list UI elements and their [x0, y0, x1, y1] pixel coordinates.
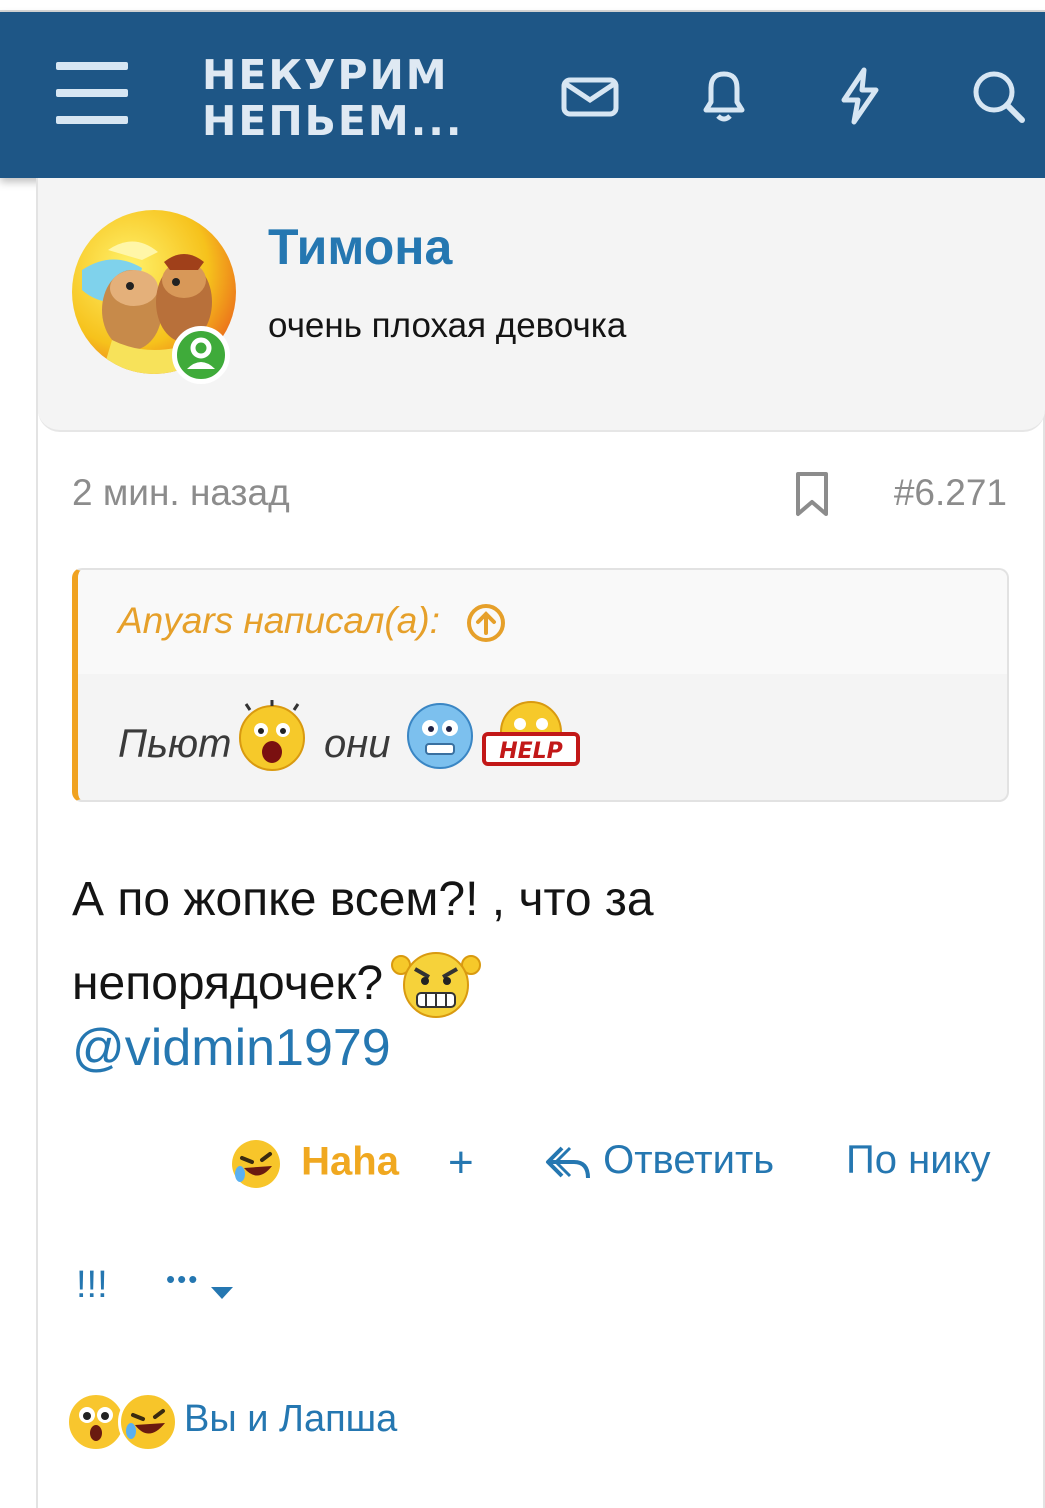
help-sign-text: HELP — [499, 739, 563, 764]
quote-header[interactable]: Anyars написал(а): — [78, 570, 1007, 674]
haha-reaction-button[interactable]: Haha — [230, 1138, 399, 1198]
reply-label: Ответить — [603, 1138, 775, 1182]
caret-down-icon — [209, 1270, 235, 1299]
status-strip — [0, 0, 1045, 12]
more-options-button[interactable]: ••• — [166, 1264, 235, 1299]
top-nav-bar: НЕКУРИМ НЕПЬЕМ... — [0, 12, 1045, 178]
search-icon[interactable] — [966, 64, 1030, 128]
quote-body: Пьют они HELP — [78, 674, 1007, 800]
laughing-emoji-icon — [230, 1138, 282, 1190]
message-line-1: А по жопке всем?! , что за — [72, 873, 654, 926]
site-logo[interactable]: НЕКУРИМ НЕПЬЕМ... — [202, 52, 463, 144]
arrow-up-circle-icon[interactable] — [466, 603, 506, 643]
quote-text-2: они — [324, 722, 391, 766]
bookmark-icon[interactable] — [792, 470, 832, 518]
user-mention-link[interactable]: @vidmin1979 — [72, 1018, 391, 1078]
more-dots: ••• — [166, 1264, 200, 1294]
message-line-2: непорядочек? — [72, 957, 384, 1010]
quote-author[interactable]: Anyars написал(а): — [118, 600, 440, 641]
exclaim-button[interactable]: !!! — [76, 1264, 108, 1307]
logo-line-2: НЕПЬЕМ... — [202, 97, 464, 145]
post-card: Тимона очень плохая девочка 2 мин. назад… — [36, 178, 1045, 1508]
lightning-icon[interactable] — [828, 64, 892, 128]
logo-line-1: НЕКУРИМ — [202, 51, 449, 99]
reactions-text[interactable]: Вы и Лапша — [184, 1398, 397, 1441]
reply-button[interactable]: Ответить — [544, 1138, 774, 1198]
freezing-smiley-icon — [404, 700, 476, 772]
menu-icon[interactable] — [56, 62, 128, 124]
quote-block: Anyars написал(а): Пьют они HELP — [72, 568, 1009, 802]
quote-text-1: Пьют — [118, 722, 232, 766]
user-block: Тимона очень плохая девочка — [38, 178, 1045, 432]
envelope-icon[interactable] — [558, 64, 622, 128]
shocked-smiley-icon — [234, 698, 310, 774]
help-smiley-icon: HELP — [478, 696, 584, 776]
bell-icon[interactable] — [692, 64, 756, 128]
haha-label: Haha — [301, 1139, 399, 1184]
angry-smiley-icon — [389, 945, 483, 1023]
online-status-icon — [172, 326, 230, 384]
user-title: очень плохая девочка — [268, 306, 627, 345]
username[interactable]: Тимона — [268, 218, 452, 276]
post-time[interactable]: 2 мин. назад — [72, 472, 290, 514]
surprised-emoji-icon — [66, 1392, 126, 1452]
post-number[interactable]: #6.271 — [894, 472, 1007, 514]
laughing-emoji-icon — [118, 1392, 178, 1452]
post-message: А по жопке всем?! , что за непорядочек? — [72, 858, 1012, 1026]
by-nick-button[interactable]: По нику — [846, 1138, 991, 1198]
reply-arrow-icon — [544, 1140, 592, 1184]
add-reaction-button[interactable]: + — [448, 1138, 474, 1198]
